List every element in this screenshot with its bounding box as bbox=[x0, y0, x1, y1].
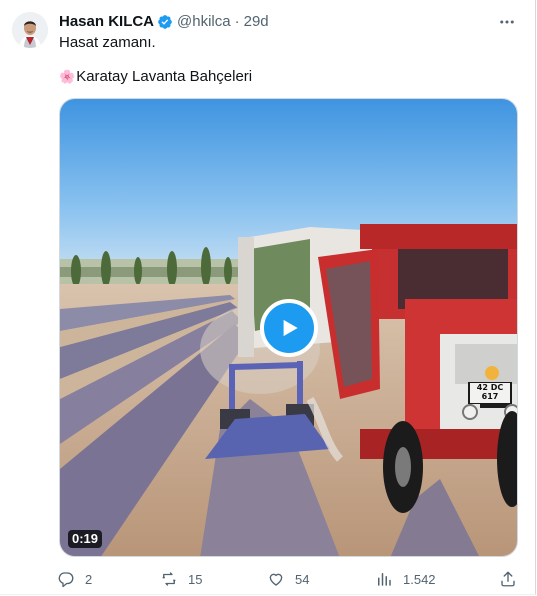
tweet-header: Hasan KILCA @hkilca · 29d bbox=[59, 12, 524, 32]
tweet-card[interactable]: Hasan KILCA @hkilca · 29d Hasat zamanı. … bbox=[0, 0, 536, 595]
like-icon bbox=[269, 573, 283, 586]
avatar-image bbox=[12, 12, 48, 48]
more-icon bbox=[500, 20, 514, 24]
post-time[interactable]: 29d bbox=[244, 12, 269, 32]
views-icon bbox=[378, 573, 391, 586]
video-player[interactable]: 42 DC 617 0:19 bbox=[59, 98, 518, 557]
repost-button[interactable]: 15 bbox=[160, 568, 202, 590]
share-icon bbox=[501, 571, 515, 587]
like-count: 54 bbox=[295, 571, 310, 587]
repost-icon bbox=[162, 572, 176, 586]
reply-button[interactable]: 2 bbox=[57, 568, 92, 590]
share-button[interactable] bbox=[499, 568, 517, 590]
reply-count: 2 bbox=[85, 571, 93, 587]
view-count: 1.542 bbox=[403, 571, 436, 587]
like-button[interactable]: 54 bbox=[267, 568, 309, 590]
more-button[interactable] bbox=[497, 12, 517, 32]
separator-dot: · bbox=[234, 13, 240, 30]
reply-icon bbox=[58, 572, 74, 588]
play-button[interactable] bbox=[260, 299, 318, 357]
license-plate-text: 42 DC 617 bbox=[470, 383, 510, 401]
avatar[interactable] bbox=[12, 12, 48, 48]
tweet-text-line2: 🌸 Karatay Lavanta Bahçeleri bbox=[59, 67, 252, 87]
play-icon bbox=[283, 319, 298, 337]
plate-line1: 42 DC bbox=[476, 383, 504, 392]
author-handle[interactable]: @hkilca bbox=[177, 12, 231, 32]
repost-count: 15 bbox=[188, 571, 203, 587]
video-duration: 0:19 bbox=[68, 530, 103, 548]
flower-emoji: 🌸 bbox=[59, 69, 76, 84]
tweet-text-line1: Hasat zamanı. bbox=[59, 34, 156, 51]
author-name[interactable]: Hasan KILCA bbox=[59, 12, 154, 32]
action-bar: 2 15 54 1.542 bbox=[57, 568, 519, 590]
plate-line2: 617 bbox=[481, 392, 499, 401]
tweet-location-text: Karatay Lavanta Bahçeleri bbox=[76, 68, 253, 85]
views-button[interactable]: 1.542 bbox=[375, 568, 436, 590]
verified-badge-icon bbox=[158, 15, 172, 29]
